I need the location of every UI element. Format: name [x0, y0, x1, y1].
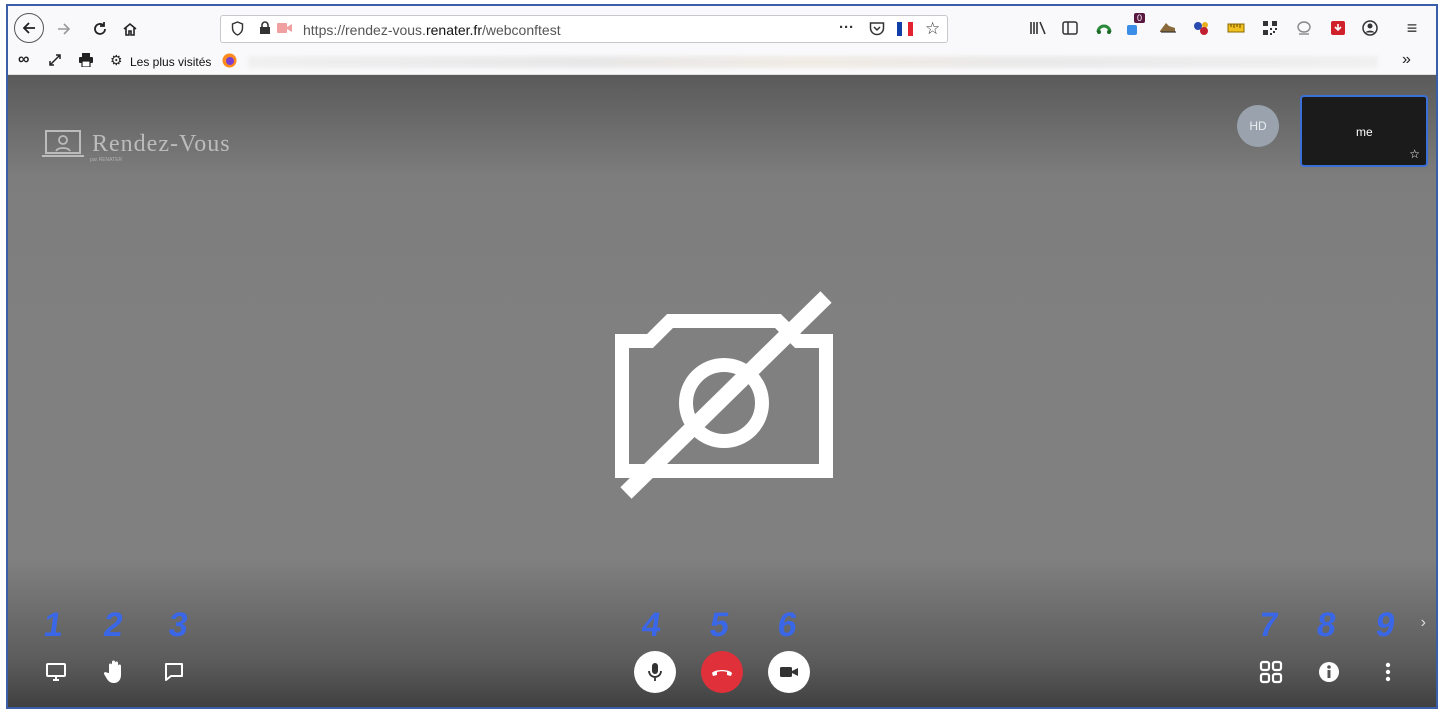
info-button[interactable] [1309, 652, 1349, 692]
glasses-icon[interactable]: ∞ [18, 51, 29, 69]
gear-icon[interactable]: ⚙ [110, 52, 123, 69]
laptop-logo-icon [42, 130, 84, 157]
chevron-right-icon[interactable]: » [1402, 51, 1411, 69]
sidebar-icon[interactable] [1060, 19, 1080, 37]
raise-hand-icon [103, 660, 121, 683]
annotation-3: 3 [166, 606, 191, 644]
microphone-button[interactable] [634, 651, 676, 693]
logo-text: Rendez-Vous [92, 130, 231, 157]
pocket-icon[interactable] [869, 21, 885, 39]
logo-subtext: par RENATER [90, 157, 123, 163]
participant-avatar[interactable]: HD [1237, 105, 1279, 147]
annotation-4: 4 [639, 606, 664, 644]
expand-icon[interactable] [48, 53, 62, 70]
screen-extension-icon[interactable] [1294, 19, 1314, 37]
annotation-6: 6 [775, 606, 800, 644]
blurred-bookmarks [248, 56, 1378, 68]
reload-icon [94, 22, 106, 35]
camera-off-icon [615, 291, 833, 499]
url-text[interactable]: https://rendez-vous.renater.fr/webconfte… [303, 22, 561, 38]
address-bar[interactable]: https://rendez-vous.renater.fr/webconfte… [220, 15, 948, 43]
annotation-5: 5 [707, 606, 732, 644]
hangup-button[interactable] [701, 651, 743, 693]
camera-icon [780, 667, 798, 677]
home-button[interactable] [116, 15, 144, 43]
home-icon [123, 22, 137, 36]
library-icon[interactable] [1028, 19, 1048, 37]
more-options-button[interactable] [1368, 652, 1408, 692]
extension-green-icon[interactable] [1094, 19, 1114, 37]
arrow-left-icon [22, 22, 35, 34]
page-actions-button[interactable]: ··· [839, 19, 854, 36]
raise-hand-button[interactable] [95, 652, 135, 692]
chat-button[interactable] [154, 652, 194, 692]
rendezvous-logo[interactable]: Rendez-Vous par RENATER [42, 129, 231, 163]
star-icon: ☆ [1409, 147, 1420, 161]
local-video-thumbnail[interactable]: me ☆ [1300, 95, 1428, 167]
notification-badge: 0 [1134, 13, 1146, 23]
screen-share-icon [46, 663, 66, 681]
bookmarks-toolbar: ∞ ⚙ Les plus visités » [8, 50, 1436, 75]
video-conference-area: Rendez-Vous par RENATER HD me ☆ 1 2 3 4 … [8, 75, 1436, 707]
chat-icon [165, 663, 183, 681]
annotation-2: 2 [101, 606, 126, 644]
tile-view-icon [1259, 660, 1283, 684]
tile-view-button[interactable] [1251, 652, 1291, 692]
reload-button[interactable] [86, 15, 114, 43]
camera-permission-icon[interactable] [277, 22, 293, 37]
notification-extension-icon[interactable]: 0 [1124, 13, 1146, 37]
account-icon[interactable] [1360, 19, 1380, 37]
shield-icon[interactable] [231, 21, 244, 39]
microphone-icon [648, 663, 662, 681]
french-flag-icon[interactable] [897, 22, 913, 36]
lock-icon[interactable] [259, 21, 271, 38]
annotation-1: 1 [41, 606, 66, 644]
chevron-right-icon[interactable]: › [1421, 614, 1426, 632]
print-icon[interactable] [78, 53, 94, 70]
shoe-extension-icon[interactable] [1158, 19, 1178, 37]
download-extension-icon[interactable] [1328, 19, 1348, 37]
star-icon[interactable]: ☆ [925, 19, 940, 39]
annotation-8: 8 [1314, 606, 1339, 644]
info-icon [1319, 662, 1339, 682]
forward-button[interactable] [50, 15, 78, 43]
hangup-icon [712, 670, 732, 676]
firefox-icon[interactable] [222, 53, 237, 71]
ruler-extension-icon[interactable] [1226, 19, 1246, 37]
screen-share-button[interactable] [36, 652, 76, 692]
thumbnail-name: me [1356, 125, 1373, 139]
more-icon [1385, 662, 1391, 682]
browser-window: https://rendez-vous.renater.fr/webconfte… [6, 4, 1438, 709]
menu-icon[interactable]: ≡ [1402, 18, 1422, 38]
annotation-7: 7 [1256, 606, 1281, 644]
arrow-right-icon [58, 23, 71, 35]
annotation-9: 9 [1373, 606, 1398, 644]
dots-extension-icon[interactable] [1192, 19, 1212, 37]
back-button[interactable] [14, 13, 44, 43]
browser-toolbar: https://rendez-vous.renater.fr/webconfte… [8, 6, 1436, 50]
qr-code-icon[interactable] [1260, 19, 1280, 37]
most-visited-bookmark[interactable]: Les plus visités [130, 55, 211, 69]
camera-button[interactable] [768, 651, 810, 693]
